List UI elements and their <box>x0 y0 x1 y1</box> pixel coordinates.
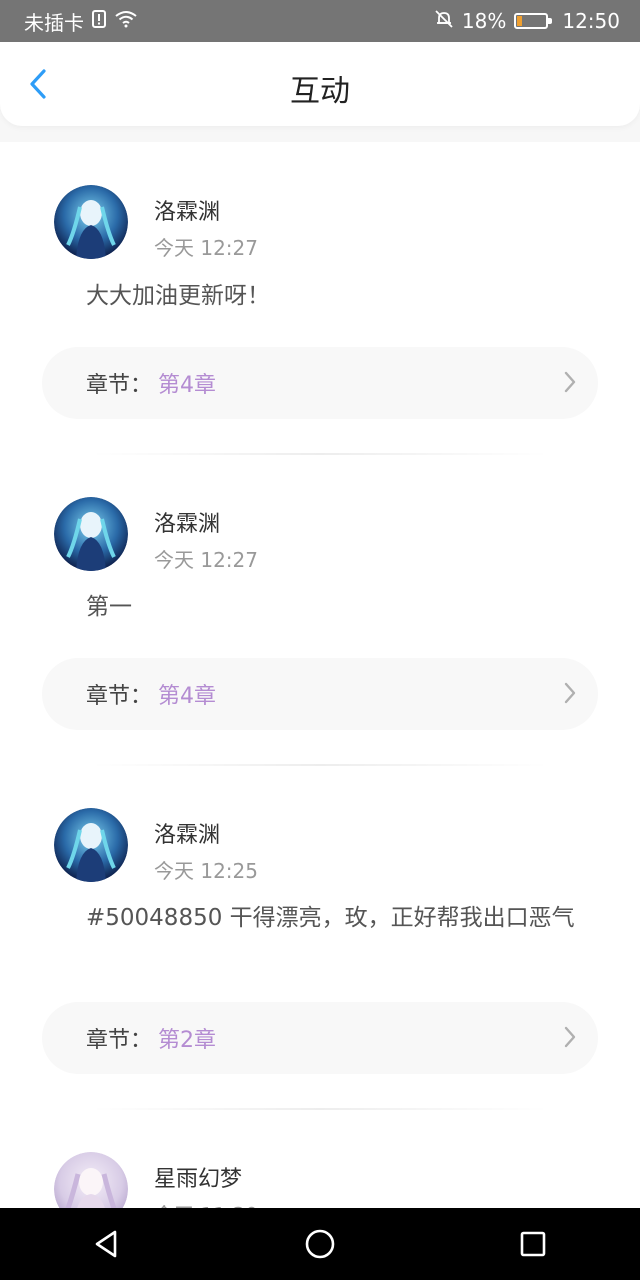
chapter-label: 章节： <box>86 684 153 709</box>
chapter-link[interactable]: 章节： 第4章 <box>42 347 598 419</box>
clock: 12:50 <box>562 9 620 33</box>
bell-off-icon <box>434 9 454 33</box>
header: 互动 <box>0 42 640 126</box>
nav-home-button[interactable] <box>290 1214 350 1274</box>
chapter-value: 第2章 <box>158 1028 217 1053</box>
wifi-icon <box>114 10 138 32</box>
chapter-value: 第4章 <box>158 684 217 709</box>
comment-text: 大大加油更新呀！ <box>86 283 270 309</box>
chapter-value: 第4章 <box>158 373 217 398</box>
nav-recents-button[interactable] <box>503 1214 563 1274</box>
avatar[interactable] <box>54 497 128 571</box>
post-time: 今天 12:27 <box>154 548 258 572</box>
user-name: 洛霖渊 <box>154 512 221 537</box>
home-circle-icon <box>305 1229 335 1259</box>
comment-text: #50048850 干得漂亮，玫，正好帮我出口恶气 <box>86 905 575 931</box>
chevron-right-icon <box>564 371 576 393</box>
post-time: 今天 12:27 <box>154 236 258 260</box>
avatar[interactable] <box>54 1152 128 1208</box>
chevron-right-icon <box>564 1026 576 1048</box>
interaction-feed[interactable]: 洛霖渊 今天 12:27 大大加油更新呀！ 章节： 第4章 洛霖渊 今天 12:… <box>0 142 640 1208</box>
feed-item: 星雨幻梦 今天 11:30 <box>0 1109 640 1208</box>
carrier-text: 未插卡 <box>24 10 84 35</box>
back-triangle-icon <box>95 1230 116 1258</box>
recents-square-icon <box>521 1231 546 1257</box>
status-bar: 未插卡 18% 12:50 <box>0 0 640 42</box>
chapter-label: 章节： <box>86 373 153 398</box>
chevron-right-icon <box>564 682 576 704</box>
system-nav-bar <box>0 1208 640 1280</box>
feed-item: 洛霖渊 今天 12:27 大大加油更新呀！ 章节： 第4章 <box>0 142 640 454</box>
post-time: 今天 11:30 <box>154 1199 258 1208</box>
chapter-label: 章节： <box>86 1028 153 1053</box>
user-name: 洛霖渊 <box>154 200 221 225</box>
user-name: 洛霖渊 <box>154 823 221 848</box>
chapter-link[interactable]: 章节： 第2章 <box>42 1002 598 1074</box>
feed-item: 洛霖渊 今天 12:27 第一 章节： 第4章 <box>0 454 640 765</box>
status-right: 18% 12:50 <box>434 9 620 33</box>
avatar[interactable] <box>54 185 128 259</box>
battery-fill <box>517 16 523 26</box>
nav-back-button[interactable] <box>77 1214 137 1274</box>
battery-percent: 18% <box>461 9 507 33</box>
status-left: 未插卡 <box>24 7 138 36</box>
user-name: 星雨幻梦 <box>154 1167 243 1192</box>
battery-icon <box>514 13 553 29</box>
sim-alert-icon <box>92 10 106 32</box>
page-title: 互动 <box>290 74 350 109</box>
chapter-link[interactable]: 章节： 第4章 <box>42 658 598 730</box>
avatar[interactable] <box>54 808 128 882</box>
comment-text: 第一 <box>86 594 132 620</box>
feed-item: 洛霖渊 今天 12:25 #50048850 干得漂亮，玫，正好帮我出口恶气 章… <box>0 765 640 1109</box>
post-time: 今天 12:25 <box>154 859 258 883</box>
